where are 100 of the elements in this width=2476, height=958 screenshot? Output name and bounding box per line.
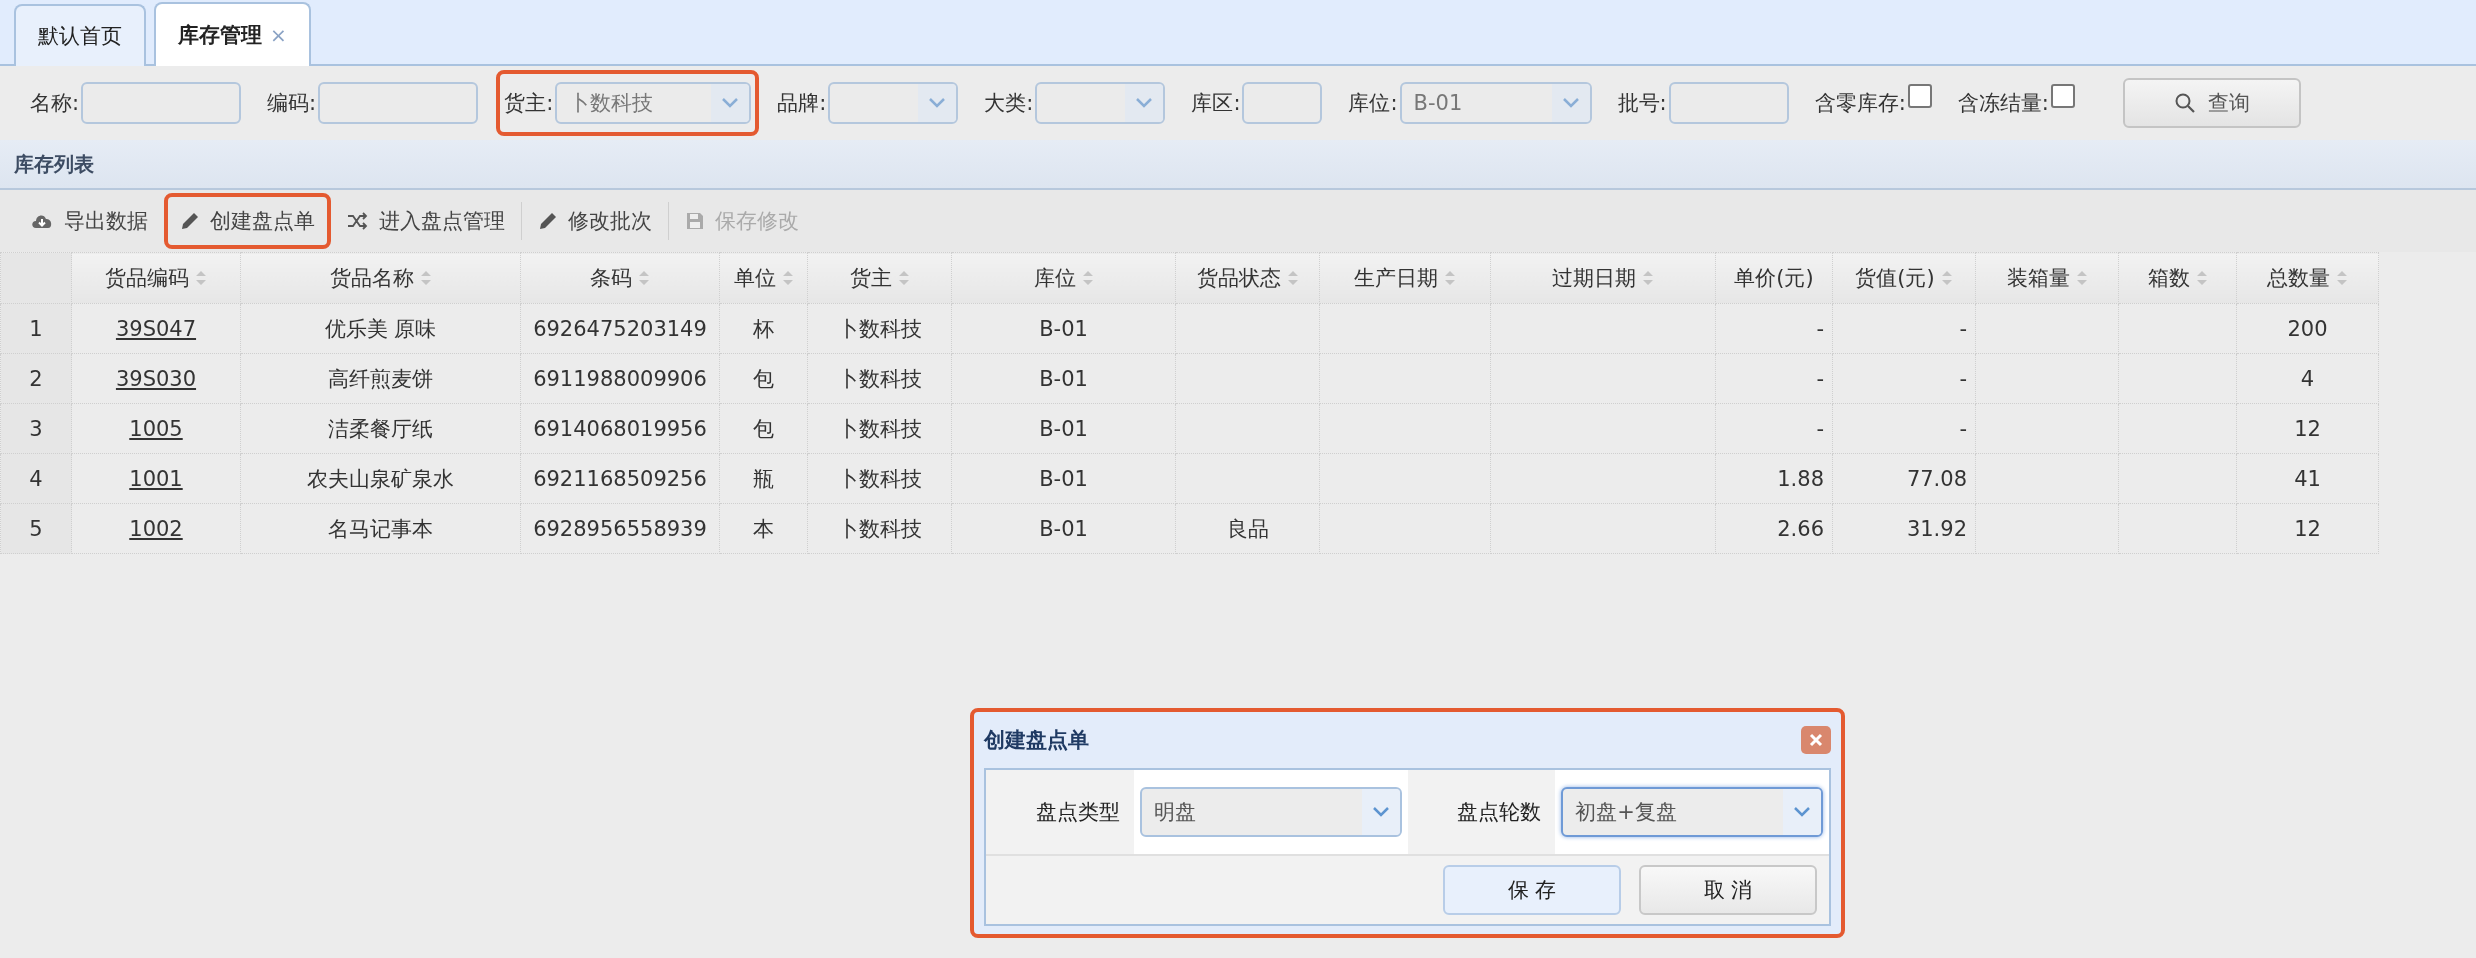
select-field[interactable]: 初盘+复盘 (1561, 787, 1823, 837)
table-cell: 名马记事本 (328, 516, 433, 541)
product-code-link[interactable]: 1001 (129, 466, 183, 491)
dialog-button[interactable]: 取 消 (1639, 865, 1817, 915)
table-cell: 卜数科技 (837, 366, 922, 391)
checkbox[interactable] (2050, 84, 2075, 108)
filter-label: 批号: (1617, 90, 1667, 117)
save-icon (685, 211, 705, 231)
row-number: 4 (0, 453, 72, 504)
tab[interactable]: 库存管理 × (154, 2, 311, 66)
toolbar-button[interactable]: 进入盘点管理 (331, 193, 521, 249)
table-cell: B-01 (1039, 366, 1088, 391)
table-cell: 卜数科技 (837, 516, 922, 541)
row-number: 3 (0, 403, 72, 454)
text-field[interactable] (81, 82, 242, 124)
filter-label: 库位: (1348, 90, 1398, 117)
pencil-icon (538, 211, 558, 231)
row-number: 1 (0, 303, 72, 354)
table-cell: 1.88 (1777, 466, 1824, 491)
sort-icon[interactable] (1444, 269, 1456, 287)
table-cell: - (1959, 416, 1967, 441)
select-field[interactable]: B-01 (1399, 82, 1592, 124)
column-header[interactable]: 货主 (807, 252, 952, 304)
column-header[interactable]: 总数量 (2236, 252, 2379, 304)
table-cell: 6911988009906 (533, 366, 707, 391)
table-cell: 包 (753, 366, 774, 391)
sort-icon[interactable] (2195, 269, 2208, 287)
table-cell: 本 (753, 516, 774, 541)
filter-label: 库区: (1191, 90, 1241, 117)
column-header[interactable]: 单位 (719, 252, 808, 304)
chevron-down-icon (1793, 806, 1811, 818)
column-header[interactable]: 货值(元) (1832, 252, 1976, 304)
chevron-down-icon (1371, 806, 1390, 818)
sort-icon[interactable] (2075, 269, 2088, 287)
column-header[interactable]: 过期日期 (1490, 252, 1716, 304)
sort-icon[interactable] (2336, 269, 2348, 287)
sort-icon[interactable] (781, 269, 794, 287)
column-header[interactable]: 货品状态 (1175, 252, 1320, 304)
dialog-button[interactable]: 保 存 (1443, 865, 1621, 915)
toolbar-button[interactable]: 导出数据 (14, 193, 164, 249)
table-cell: 12 (2294, 416, 2321, 441)
table-cell: 洁柔餐厅纸 (328, 416, 433, 441)
close-button[interactable] (1801, 726, 1831, 754)
checkbox[interactable] (1907, 84, 1932, 108)
table-cell: 2.66 (1777, 516, 1824, 541)
table-cell: 6921168509256 (533, 466, 707, 491)
table-cell: 77.08 (1906, 466, 1967, 491)
table-cell: 4 (2300, 366, 2315, 391)
table-cell: 卜数科技 (837, 316, 922, 341)
section-title: 库存列表 (14, 150, 94, 178)
sort-icon[interactable] (1642, 269, 1654, 287)
sort-icon[interactable] (897, 269, 910, 287)
column-header[interactable]: 装箱量 (1975, 252, 2119, 304)
table-cell: 杯 (753, 316, 774, 341)
column-header[interactable]: 箱数 (2118, 252, 2237, 304)
search-button[interactable]: 查询 (2122, 78, 2301, 128)
table-cell: B-01 (1039, 516, 1088, 541)
sort-icon[interactable] (195, 269, 207, 287)
product-code-link[interactable]: 1002 (129, 516, 183, 541)
table-cell: 农夫山泉矿泉水 (307, 466, 454, 491)
table-cell: 优乐美 原味 (324, 316, 437, 341)
table-cell: - (1816, 366, 1824, 391)
select-field[interactable]: 卜数科技 (555, 82, 752, 124)
sort-icon[interactable] (638, 269, 650, 287)
chevron-down-icon (1561, 97, 1580, 109)
table-cell: - (1816, 416, 1824, 441)
column-header[interactable]: 货品编码 (71, 252, 241, 304)
select-field[interactable] (1035, 82, 1166, 124)
column-header[interactable]: 单价(元) (1715, 252, 1833, 304)
column-header[interactable]: 条码 (520, 252, 720, 304)
table-cell: 高纤煎麦饼 (328, 366, 433, 391)
column-header[interactable]: 货品名称 (240, 252, 521, 304)
toolbar-button[interactable]: 创建盘点单 (164, 193, 331, 249)
column-header[interactable]: 库位 (951, 252, 1176, 304)
table-cell: 200 (2287, 316, 2328, 341)
select-field[interactable] (828, 82, 959, 124)
sort-icon[interactable] (1940, 269, 1953, 287)
table-cell: B-01 (1039, 416, 1088, 441)
table-cell: 41 (2294, 466, 2321, 491)
sort-icon[interactable] (419, 269, 432, 287)
filter-label: 品牌: (777, 90, 827, 117)
chevron-down-icon (928, 97, 947, 109)
text-field[interactable] (318, 82, 479, 124)
toolbar-button[interactable]: 修改批次 (522, 193, 668, 249)
column-header[interactable]: 生产日期 (1319, 252, 1491, 304)
text-field[interactable] (1668, 82, 1789, 124)
tab[interactable]: 默认首页 (14, 4, 146, 66)
table-cell: - (1959, 316, 1967, 341)
select-field[interactable]: 明盘 (1139, 787, 1402, 837)
table-cell: 6928956558939 (533, 516, 707, 541)
table-cell: 良品 (1226, 516, 1269, 541)
chevron-down-icon (1135, 97, 1154, 109)
dialog-title: 创建盘点单 (984, 727, 1089, 754)
sort-icon[interactable] (1081, 269, 1094, 287)
table-cell: B-01 (1039, 316, 1088, 341)
product-code-link[interactable]: 1005 (129, 416, 183, 441)
text-field[interactable] (1242, 82, 1323, 124)
table-cell: 12 (2294, 516, 2321, 541)
chevron-down-icon (721, 97, 740, 109)
sort-icon[interactable] (1286, 269, 1299, 287)
